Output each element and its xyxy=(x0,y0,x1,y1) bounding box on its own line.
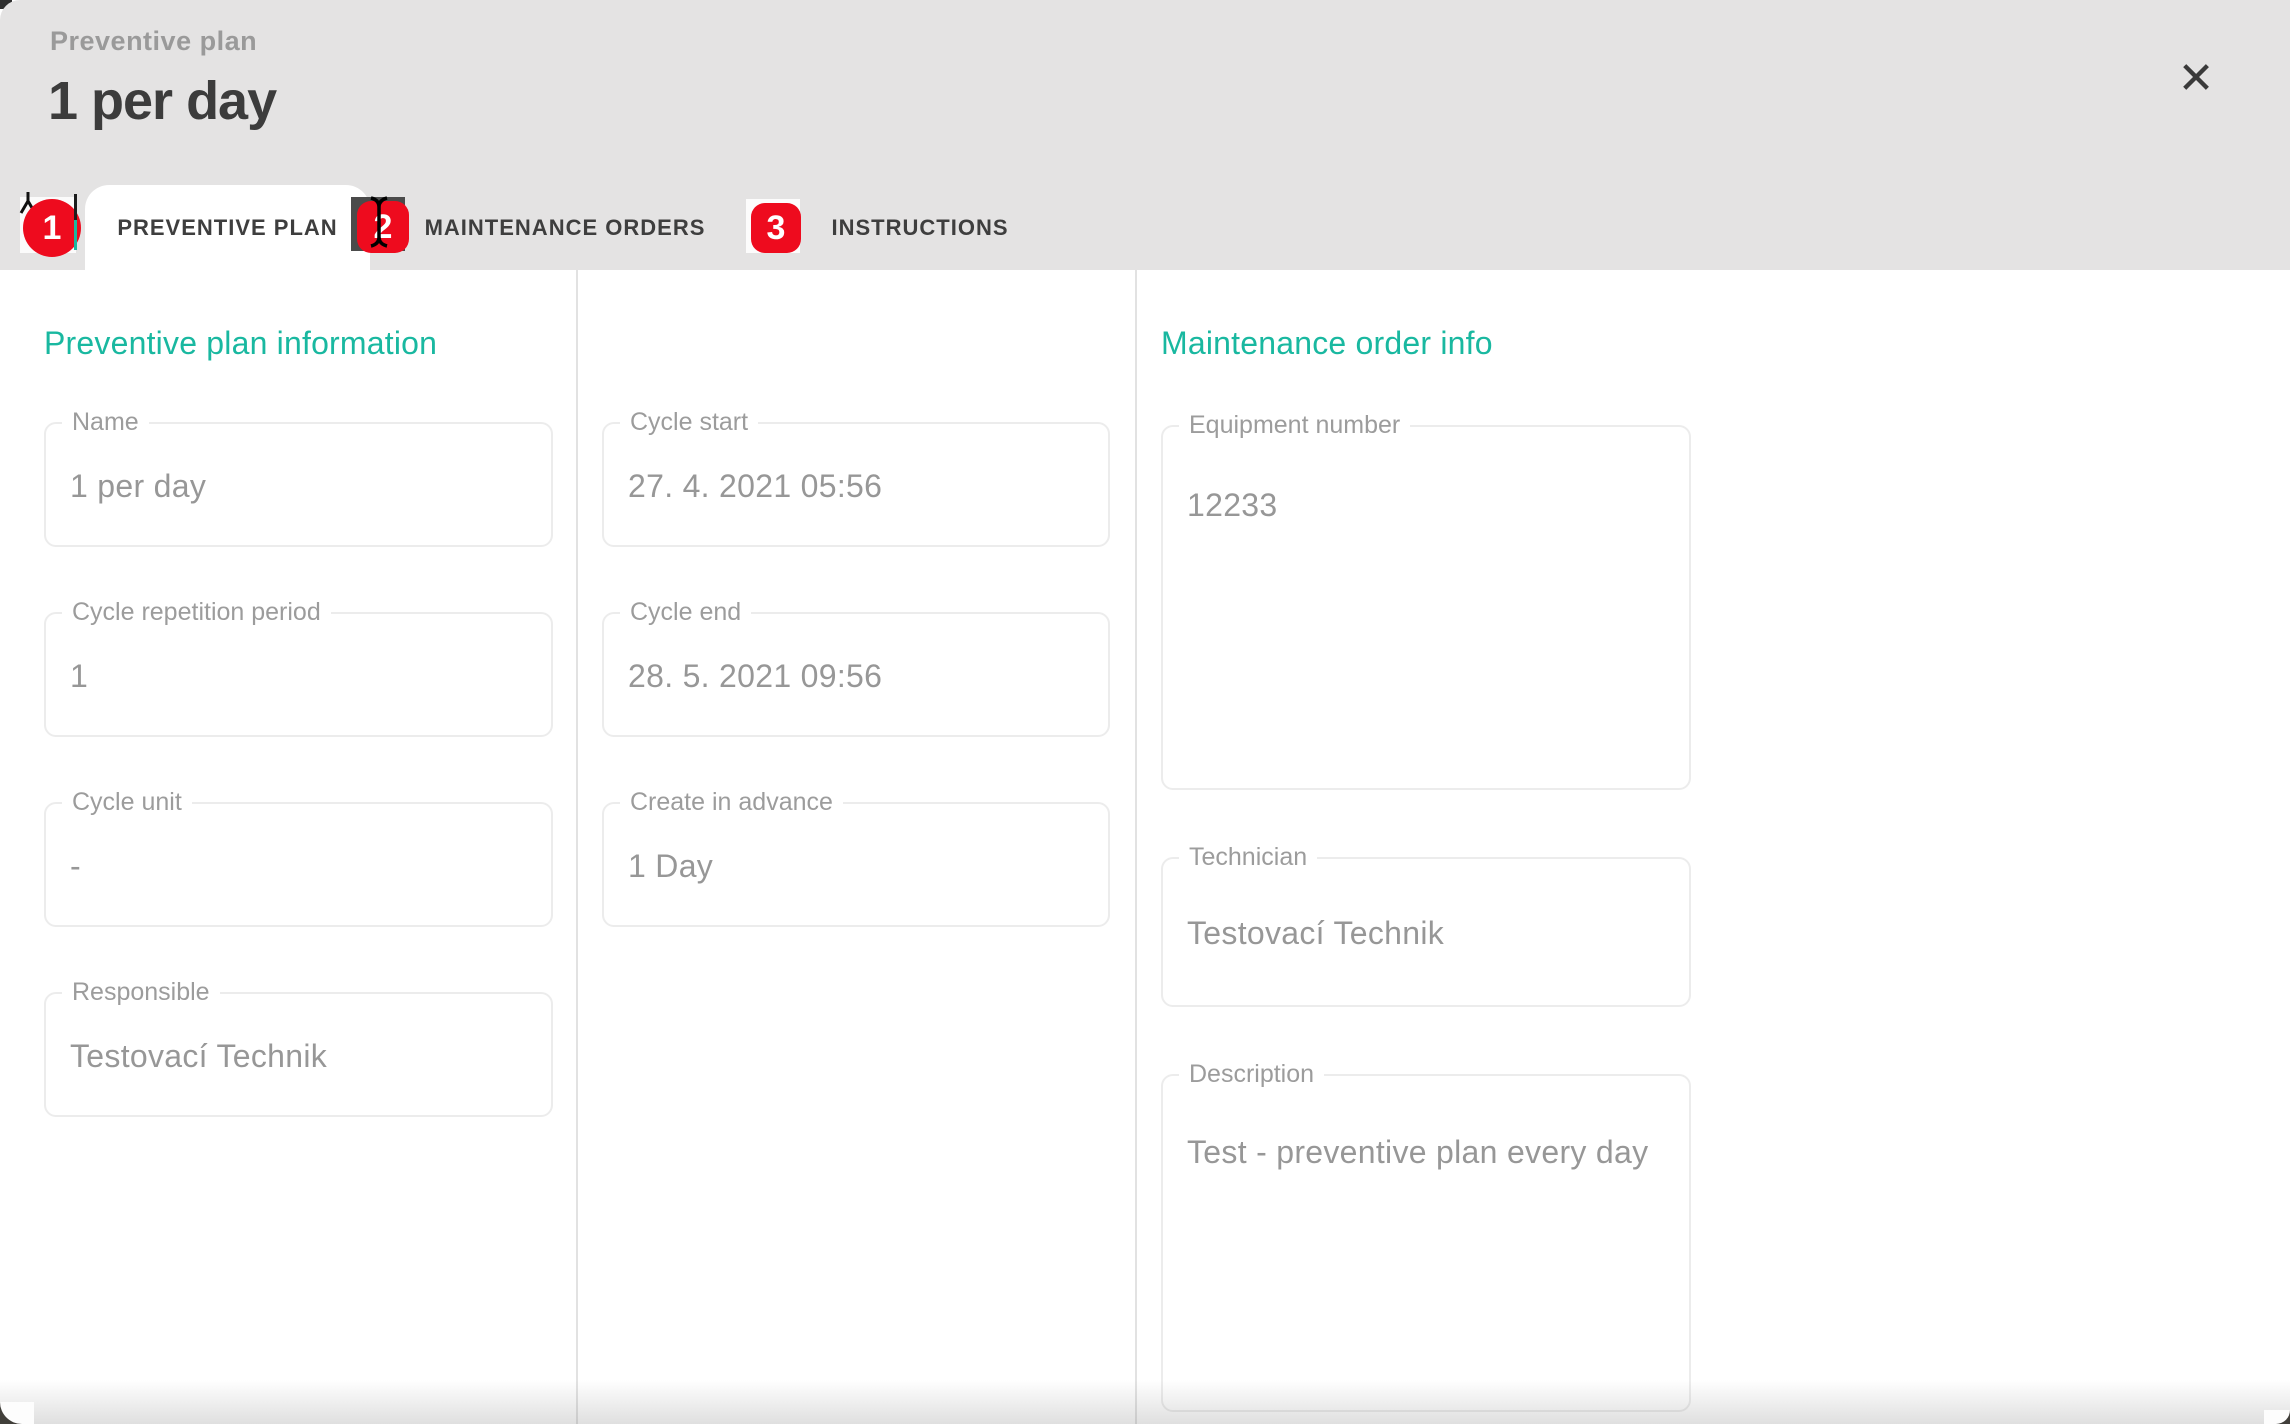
page-title: 1 per day xyxy=(48,70,276,132)
section-heading-plan-info: Preventive plan information xyxy=(44,325,437,362)
som-badge-1: 1 xyxy=(23,199,81,257)
cycle-start-field[interactable]: Cycle start 27. 4. 2021 05:56 xyxy=(602,422,1110,547)
tab-label: INSTRUCTIONS xyxy=(832,215,1009,241)
column-divider xyxy=(1135,270,1137,1424)
create-in-advance-field[interactable]: Create in advance 1 Day xyxy=(602,802,1110,927)
name-field[interactable]: Name 1 per day xyxy=(44,422,553,547)
field-value: Testovací Technik xyxy=(1187,915,1444,952)
tab-maintenance-orders[interactable]: MAINTENANCE ORDERS xyxy=(415,185,715,270)
field-value: Testovací Technik xyxy=(70,1038,327,1075)
field-label: Cycle repetition period xyxy=(62,598,331,627)
field-value: 1 xyxy=(70,658,88,695)
cycle-unit-field[interactable]: Cycle unit - xyxy=(44,802,553,927)
tab-instructions[interactable]: INSTRUCTIONS xyxy=(815,185,1025,270)
field-value: - xyxy=(70,848,81,885)
close-button[interactable]: ✕ xyxy=(2160,46,2232,112)
section-heading-order-info: Maintenance order info xyxy=(1161,325,1493,362)
description-field[interactable]: Description Test - preventive plan every… xyxy=(1161,1074,1691,1412)
tab-label: MAINTENANCE ORDERS xyxy=(425,215,706,241)
caret-line-dark xyxy=(74,194,77,220)
field-label: Cycle start xyxy=(620,408,758,437)
ibeam-cursor-icon xyxy=(366,194,392,250)
field-value: 12233 xyxy=(1187,487,1277,524)
field-value: 28. 5. 2021 09:56 xyxy=(628,658,882,695)
responsible-field[interactable]: Responsible Testovací Technik xyxy=(44,992,553,1117)
field-label: Description xyxy=(1179,1060,1324,1089)
field-label: Equipment number xyxy=(1179,411,1410,440)
field-value: 27. 4. 2021 05:56 xyxy=(628,468,882,505)
field-label: Cycle unit xyxy=(62,788,192,817)
modal-subtitle: Preventive plan xyxy=(50,26,257,57)
cycle-end-field[interactable]: Cycle end 28. 5. 2021 09:56 xyxy=(602,612,1110,737)
caret-line-teal xyxy=(74,220,77,250)
preventive-plan-modal: Preventive plan 1 per day ✕ PREVENTIVE P… xyxy=(0,0,2290,1424)
column-divider xyxy=(576,270,578,1424)
som-badge-3: 3 xyxy=(751,203,801,253)
equipment-number-field[interactable]: Equipment number 12233 xyxy=(1161,425,1691,790)
tab-panel-preventive-plan: Preventive plan information Maintenance … xyxy=(0,270,2290,1424)
close-icon: ✕ xyxy=(2178,54,2215,103)
field-value: Test - preventive plan every day xyxy=(1187,1134,1648,1171)
field-value: 1 per day xyxy=(70,468,206,505)
cycle-repetition-period-field[interactable]: Cycle repetition period 1 xyxy=(44,612,553,737)
field-label: Technician xyxy=(1179,843,1317,872)
field-label: Cycle end xyxy=(620,598,751,627)
field-label: Responsible xyxy=(62,978,220,1007)
modal-header: Preventive plan 1 per day ✕ PREVENTIVE P… xyxy=(0,0,2290,270)
field-label: Name xyxy=(62,408,149,437)
tab-label: PREVENTIVE PLAN xyxy=(117,215,337,241)
field-label: Create in advance xyxy=(620,788,843,817)
field-value: 1 Day xyxy=(628,848,713,885)
tab-preventive-plan[interactable]: PREVENTIVE PLAN xyxy=(85,185,370,270)
technician-field[interactable]: Technician Testovací Technik xyxy=(1161,857,1691,1007)
